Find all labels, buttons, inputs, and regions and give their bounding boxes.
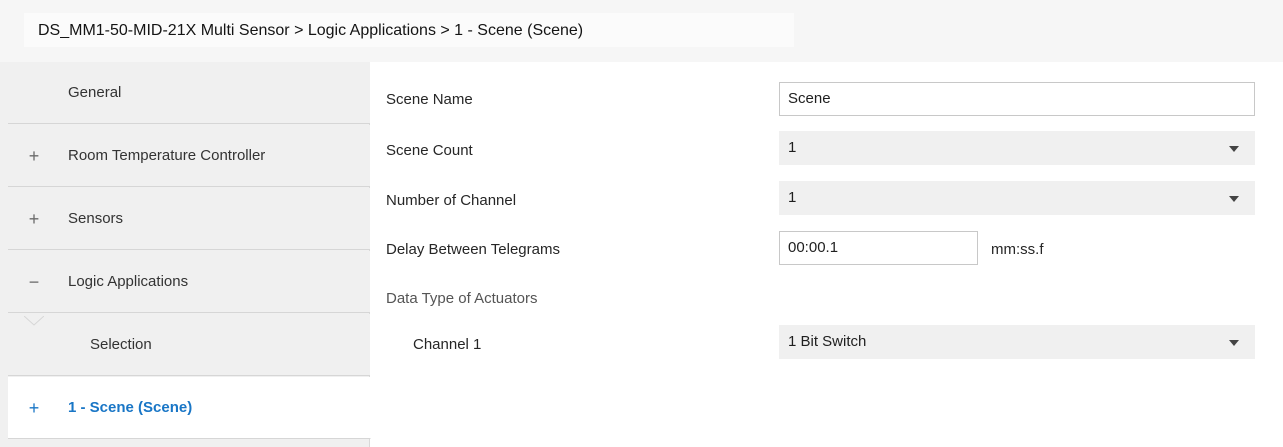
channel-1-value: 1 Bit Switch: [788, 333, 867, 350]
parameter-panel: Scene Name Scene Scene Count 1 Number of…: [371, 62, 1283, 447]
section-label: Data Type of Actuators: [386, 290, 538, 307]
sidebar-item-label: General: [68, 84, 122, 101]
sidebar-item-label: Room Temperature Controller: [68, 147, 266, 164]
sidebar-item-label: Sensors: [68, 210, 124, 227]
sidebar-item-label: Logic Applications: [68, 273, 189, 290]
scene-count-label: Scene Count: [386, 142, 473, 159]
delay-unit: mm:ss.f: [991, 241, 1044, 258]
title-bar: DS_MM1-50-MID-21X Multi Sensor > Logic A…: [0, 0, 1283, 62]
chevron-down-icon: [1229, 146, 1239, 152]
sidebar-item-label: Selection: [90, 336, 152, 353]
number-of-channel-select[interactable]: 1: [779, 181, 1255, 215]
sidebar-item-scene[interactable]: + 1 - Scene (Scene): [8, 377, 371, 439]
sidebar: General + Room Temperature Controller + …: [0, 62, 371, 447]
sidebar-item-label: 1 - Scene (Scene): [68, 399, 193, 416]
sidebar-item-selection[interactable]: Selection: [8, 314, 370, 376]
tree-notch-icon: [24, 316, 44, 326]
delay-label: Delay Between Telegrams: [386, 241, 560, 258]
chevron-down-icon: [1229, 340, 1239, 346]
scene-name-input[interactable]: Scene: [779, 82, 1255, 116]
minus-icon[interactable]: −: [26, 251, 42, 313]
scene-count-value: 1: [788, 139, 797, 156]
sidebar-item-general[interactable]: General: [8, 62, 370, 124]
plus-icon[interactable]: +: [26, 377, 42, 439]
number-of-channel-label: Number of Channel: [386, 192, 517, 209]
number-of-channel-value: 1: [788, 189, 797, 206]
sidebar-item-room-temperature-controller[interactable]: + Room Temperature Controller: [8, 125, 370, 187]
scene-count-select[interactable]: 1: [779, 131, 1255, 165]
chevron-down-icon: [1229, 196, 1239, 202]
breadcrumb: DS_MM1-50-MID-21X Multi Sensor > Logic A…: [24, 13, 794, 47]
sidebar-item-sensors[interactable]: + Sensors: [8, 188, 370, 250]
channel-1-select[interactable]: 1 Bit Switch: [779, 325, 1255, 359]
plus-icon[interactable]: +: [26, 188, 42, 250]
delay-input[interactable]: 00:00.1: [779, 231, 978, 265]
channel-1-label: Channel 1: [413, 336, 482, 353]
sidebar-item-logic-applications[interactable]: − Logic Applications: [8, 251, 370, 313]
plus-icon[interactable]: +: [26, 125, 42, 187]
scene-name-label: Scene Name: [386, 91, 473, 108]
